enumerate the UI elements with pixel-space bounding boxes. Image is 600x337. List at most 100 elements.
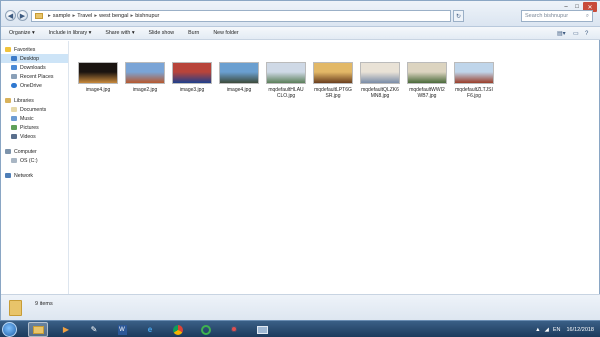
navigation-pane: Favorites Desktop Downloads Recent Place… (1, 41, 69, 294)
sidebar-item-pictures[interactable]: Pictures (1, 123, 68, 132)
sidebar-item-label: Network (14, 172, 34, 179)
sidebar-item-favorites[interactable]: Favorites (1, 45, 68, 54)
file-name: image4.jpg (226, 87, 252, 93)
search-input[interactable]: Search bishnupur ⌕ (521, 10, 593, 22)
search-placeholder: Search bishnupur (525, 13, 569, 19)
file-item[interactable]: mqdefaultZLTJSI F6.jpg (451, 62, 497, 99)
file-thumbnail (313, 62, 353, 84)
library-icon (5, 98, 11, 103)
file-thumbnail (266, 62, 306, 84)
sidebar-item-label: Favorites (14, 46, 36, 53)
forward-button[interactable]: ▶ (17, 10, 28, 21)
sidebar-item-label: Libraries (14, 97, 34, 104)
refresh-button[interactable]: ↻ (453, 10, 464, 22)
sidebar-item-documents[interactable]: Documents (1, 105, 68, 114)
sidebar-item-onedrive[interactable]: OneDrive (1, 81, 68, 90)
organize-button[interactable]: Organize ▾ (9, 30, 35, 36)
burn-button[interactable]: Burn (188, 30, 199, 36)
taskbar-remote-app[interactable] (252, 322, 272, 337)
computer-icon (5, 149, 11, 154)
taskbar-internet-explorer[interactable]: e (140, 322, 160, 337)
taskbar-chrome[interactable] (168, 322, 188, 337)
videos-icon (11, 134, 17, 139)
breadcrumb-separator: ▸ (72, 13, 76, 19)
breadcrumb-travel[interactable]: Travel (77, 13, 92, 19)
sidebar-item-label: Desktop (20, 55, 40, 62)
drive-icon (11, 158, 17, 163)
explorer-window: – □ ✕ ◀ ▶ ▸ sample ▸ Travel ▸ west benga… (0, 0, 600, 321)
cloud-icon (11, 83, 17, 88)
new-folder-button[interactable]: New folder (213, 30, 238, 36)
file-item[interactable]: image4.jpg (75, 62, 121, 93)
sidebar-item-libraries[interactable]: Libraries (1, 96, 68, 105)
pictures-icon (11, 125, 17, 130)
star-icon (5, 47, 11, 52)
file-item[interactable]: mqdefaultQLZK6 MN8.jpg (357, 62, 403, 99)
title-bar: – □ ✕ ◀ ▶ ▸ sample ▸ Travel ▸ west benga… (1, 1, 600, 27)
search-icon: ⌕ (585, 12, 589, 19)
help-button[interactable]: ? (585, 29, 588, 38)
sidebar-item-network[interactable]: Network (1, 171, 68, 180)
back-arrow-icon: ◀ (7, 12, 14, 20)
taskbar-word[interactable]: W (112, 322, 132, 337)
breadcrumb-sample[interactable]: sample (53, 13, 71, 19)
taskbar-utility-app[interactable]: ✹ (224, 322, 244, 337)
sidebar-item-computer[interactable]: Computer (1, 147, 68, 156)
breadcrumb-bishnupur[interactable]: bishnupur (135, 13, 159, 19)
file-thumbnail (454, 62, 494, 84)
taskbar-media-player[interactable]: ▶ (56, 322, 76, 337)
sidebar-item-desktop[interactable]: Desktop (1, 54, 68, 63)
preview-pane-button[interactable]: ▭ (573, 29, 579, 38)
view-icon: ▤▾ (557, 31, 566, 37)
file-item[interactable]: mqdefaultHLAU CLO.jpg (263, 62, 309, 99)
command-bar: Organize ▾ Include in library ▾ Share wi… (1, 27, 600, 40)
taskbar-explorer[interactable] (28, 322, 48, 337)
sidebar-item-os-drive[interactable]: OS (C:) (1, 156, 68, 165)
file-name: image4.jpg (85, 87, 111, 93)
include-in-library-button[interactable]: Include in library ▾ (49, 30, 92, 36)
help-icon: ? (585, 30, 589, 37)
sidebar-item-music[interactable]: Music (1, 114, 68, 123)
music-icon (11, 116, 17, 121)
sidebar-item-label: OneDrive (20, 82, 42, 89)
start-button[interactable] (2, 322, 17, 337)
breadcrumb-west-bengal[interactable]: west bengal (99, 13, 128, 19)
file-list: image4.jpg image2.jpg image3.jpg image4.… (71, 41, 599, 294)
sidebar-item-recent-places[interactable]: Recent Places (1, 72, 68, 81)
forward-arrow-icon: ▶ (19, 12, 26, 20)
network-icon (5, 173, 11, 178)
language-indicator[interactable]: EN (553, 327, 561, 333)
word-icon: W (117, 324, 127, 335)
file-name: mqdefaultZLTJSI F6.jpg (455, 87, 493, 99)
item-count: 9 items (35, 301, 53, 307)
file-item[interactable]: mqdefaultWWI2 WB7.jpg (404, 62, 450, 99)
file-item[interactable]: image2.jpg (122, 62, 168, 93)
address-bar[interactable]: ▸ sample ▸ Travel ▸ west bengal ▸ bishnu… (31, 10, 451, 22)
sidebar-item-downloads[interactable]: Downloads (1, 63, 68, 72)
sidebar-item-videos[interactable]: Videos (1, 132, 68, 141)
monitor-icon (256, 325, 268, 334)
documents-icon (11, 107, 17, 112)
sync-icon (201, 324, 211, 335)
sidebar-item-label: Recent Places (20, 73, 54, 80)
sidebar-item-label: Pictures (20, 124, 39, 131)
internet-explorer-icon: e (147, 325, 153, 334)
back-button[interactable]: ◀ (5, 10, 16, 21)
breadcrumb-separator: ▸ (130, 13, 134, 19)
file-item[interactable]: mqdefaultLPT6G SR.jpg (310, 62, 356, 99)
taskbar-snipping-tool[interactable]: ✎ (84, 322, 104, 337)
sidebar-item-label: Music (20, 115, 34, 122)
share-with-button[interactable]: Share with ▾ (105, 30, 134, 36)
network-tray-icon[interactable]: ▲ (535, 327, 540, 333)
view-options-button[interactable]: ▤▾ (557, 29, 566, 38)
taskbar-sync-app[interactable] (196, 322, 216, 337)
slide-show-button[interactable]: Slide show (148, 30, 174, 36)
clock[interactable]: 16/12/2018 (566, 327, 594, 333)
folder-icon (9, 300, 22, 316)
sidebar-item-label: Documents (20, 106, 47, 113)
file-name: image2.jpg (132, 87, 158, 93)
file-item[interactable]: image4.jpg (216, 62, 262, 93)
refresh-icon: ↻ (455, 13, 462, 20)
volume-icon[interactable]: ◢ (545, 327, 549, 333)
file-item[interactable]: image3.jpg (169, 62, 215, 93)
